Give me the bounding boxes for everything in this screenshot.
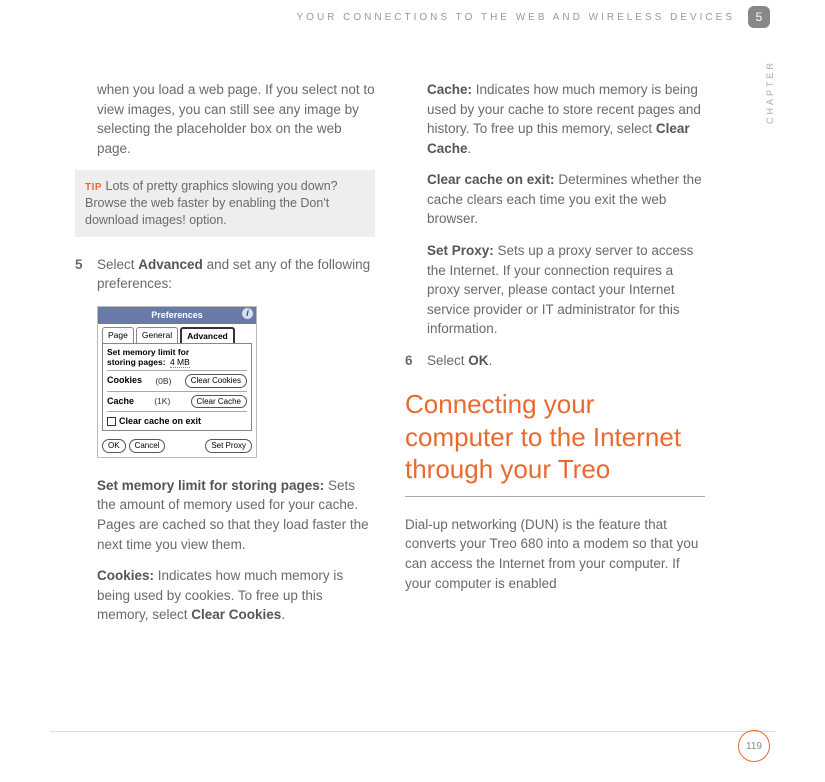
set-proxy-para: Set Proxy: Sets up a proxy server to acc… bbox=[427, 241, 705, 339]
step-5-row: 5 Select Advanced and set any of the fol… bbox=[75, 255, 375, 294]
preferences-tabs: Page General Advanced bbox=[98, 324, 256, 343]
right-column: Cache: Indicates how much memory is bein… bbox=[405, 80, 705, 637]
section-rule bbox=[405, 496, 705, 497]
step5-bold: Advanced bbox=[138, 257, 203, 272]
section-heading: Connecting your computer to the Internet… bbox=[405, 388, 705, 486]
cookies-label: Cookies bbox=[107, 374, 142, 387]
cache-label: Cache bbox=[107, 395, 134, 408]
tip-label: TIP bbox=[85, 182, 102, 193]
tab-general[interactable]: General bbox=[136, 327, 178, 343]
cache-row: Cache (1K) Clear Cache bbox=[107, 395, 247, 409]
cookies-row: Cookies (0B) Clear Cookies bbox=[107, 374, 247, 388]
cookies-bold: Clear Cookies bbox=[191, 607, 281, 622]
content-columns: when you load a web page. If you select … bbox=[75, 80, 705, 637]
preferences-window: Preferences i Page General Advanced Set … bbox=[97, 306, 257, 458]
step-body: Select Advanced and set any of the follo… bbox=[97, 255, 375, 294]
clear-on-exit-row: Clear cache on exit bbox=[107, 415, 247, 428]
chapter-vertical-label: CHAPTER bbox=[765, 60, 775, 124]
memlimit-line2: storing pages: bbox=[107, 357, 166, 367]
cancel-button[interactable]: Cancel bbox=[129, 439, 166, 453]
clear-cache-button[interactable]: Clear Cache bbox=[191, 395, 247, 409]
info-icon[interactable]: i bbox=[242, 308, 253, 319]
divider bbox=[107, 370, 247, 371]
cache-heading: Cache: bbox=[427, 82, 472, 97]
clear-exit-heading: Clear cache on exit: bbox=[427, 172, 555, 187]
step-number: 5 bbox=[75, 255, 87, 294]
footer-rule bbox=[50, 731, 775, 732]
tab-page[interactable]: Page bbox=[102, 327, 134, 343]
cookies-size: (0B) bbox=[155, 375, 171, 387]
preferences-title: Preferences bbox=[151, 310, 203, 320]
left-column: when you load a web page. If you select … bbox=[75, 80, 375, 637]
step-6-row: 6 Select OK. bbox=[405, 351, 705, 371]
set-proxy-button[interactable]: Set Proxy bbox=[205, 439, 252, 453]
cache-text-b: . bbox=[468, 141, 472, 156]
set-proxy-heading: Set Proxy: bbox=[427, 243, 494, 258]
cache-para: Cache: Indicates how much memory is bein… bbox=[427, 80, 705, 158]
step6-bold: OK bbox=[468, 353, 488, 368]
step-body: Select OK. bbox=[427, 351, 705, 371]
clear-cookies-button[interactable]: Clear Cookies bbox=[185, 374, 247, 388]
cookies-heading: Cookies: bbox=[97, 568, 154, 583]
preferences-body: Set memory limit for storing pages: 4 MB… bbox=[102, 343, 252, 431]
cookies-text-b: . bbox=[281, 607, 285, 622]
tip-callout: TIP Lots of pretty graphics slowing you … bbox=[75, 170, 375, 237]
page-number: 119 bbox=[738, 730, 770, 762]
step-number: 6 bbox=[405, 351, 417, 371]
tab-advanced[interactable]: Advanced bbox=[180, 327, 235, 343]
cache-size: (1K) bbox=[154, 395, 170, 407]
chapter-number-badge: 5 bbox=[748, 6, 770, 28]
preferences-titlebar: Preferences i bbox=[98, 307, 256, 324]
memory-limit-para: Set memory limit for storing pages: Sets… bbox=[97, 476, 375, 554]
memory-limit-heading: Set memory limit for storing pages: bbox=[97, 478, 324, 493]
step6-text-a: Select bbox=[427, 353, 468, 368]
divider bbox=[107, 411, 247, 412]
step5-text-a: Select bbox=[97, 257, 138, 272]
clear-on-exit-checkbox[interactable] bbox=[107, 417, 116, 426]
section-body: Dial-up networking (DUN) is the feature … bbox=[405, 515, 705, 593]
divider bbox=[107, 391, 247, 392]
clear-exit-para: Clear cache on exit: Determines whether … bbox=[427, 170, 705, 229]
running-header: YOUR CONNECTIONS TO THE WEB AND WIRELESS… bbox=[297, 12, 736, 23]
cookies-para: Cookies: Indicates how much memory is be… bbox=[97, 566, 375, 625]
tip-text: Lots of pretty graphics slowing you down… bbox=[85, 179, 338, 227]
step6-text-b: . bbox=[489, 353, 493, 368]
clear-on-exit-label: Clear cache on exit bbox=[119, 416, 201, 426]
ok-button[interactable]: OK bbox=[102, 439, 126, 453]
lead-paragraph: when you load a web page. If you select … bbox=[97, 80, 375, 158]
memory-limit-value[interactable]: 4 MB bbox=[170, 357, 190, 368]
preferences-footer: OK Cancel Set Proxy bbox=[98, 435, 256, 457]
memory-limit-row: Set memory limit for storing pages: 4 MB bbox=[107, 348, 247, 367]
